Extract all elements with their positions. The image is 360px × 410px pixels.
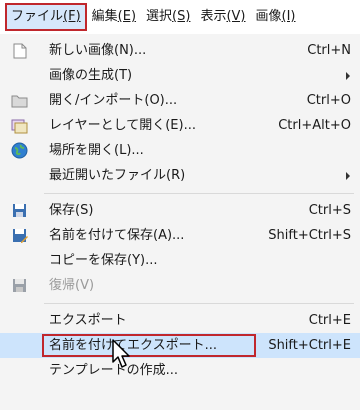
menu-bar: ファイル(F) 編集(E) 選択(S) 表示(V) 画像(I) <box>0 0 360 35</box>
menu-item-create-template[interactable]: テンプレートの作成... <box>0 358 360 383</box>
menu-edit[interactable]: 編集(E) <box>87 4 141 30</box>
save-icon <box>11 202 28 219</box>
save-as-icon <box>11 227 28 244</box>
mouse-pointer-icon <box>112 339 130 368</box>
menu-item-revert: 復帰(V) <box>0 273 360 298</box>
menu-item-shortcut: Shift+Ctrl+S <box>268 228 351 243</box>
menu-view[interactable]: 表示(V) <box>195 4 250 30</box>
menu-item-open-as-layers[interactable]: レイヤーとして開く(E)... Ctrl+Alt+O <box>0 113 360 138</box>
menu-item-label: 場所を開く(L)... <box>49 143 144 158</box>
menu-item-create-image[interactable]: 画像の生成(T) <box>0 63 360 88</box>
new-document-icon <box>11 42 28 59</box>
menu-separator <box>44 303 354 304</box>
menu-item-new-image[interactable]: 新しい画像(N)... Ctrl+N <box>0 38 360 63</box>
menu-item-label: 保存(S) <box>49 203 94 218</box>
menu-separator <box>44 193 354 194</box>
menu-item-shortcut: Ctrl+S <box>308 203 351 218</box>
menu-edit-mnemonic: (E) <box>117 9 137 24</box>
submenu-arrow-icon <box>346 72 350 80</box>
menu-item-label: エクスポート <box>49 313 127 328</box>
menu-item-label: 名前を付けて保存(A)... <box>49 228 185 243</box>
menu-select-label: 選択 <box>146 9 173 24</box>
menu-item-label: 画像の生成(T) <box>49 68 133 83</box>
menu-image-mnemonic: (I) <box>281 9 296 24</box>
file-menu-dropdown: 新しい画像(N)... Ctrl+N 画像の生成(T) 開く/インポート(O).… <box>0 34 360 410</box>
menu-item-label: 復帰(V) <box>49 278 95 293</box>
submenu-arrow-icon <box>346 172 350 180</box>
menu-item-export[interactable]: エクスポート Ctrl+E <box>0 308 360 333</box>
menu-item-shortcut: Ctrl+E <box>308 313 351 328</box>
menu-item-shortcut: Ctrl+N <box>307 43 351 58</box>
menu-view-mnemonic: (V) <box>226 9 246 24</box>
menu-item-shortcut: Ctrl+O <box>306 93 351 108</box>
menu-item-label: コピーを保存(Y)... <box>49 253 158 268</box>
menu-item-label: 新しい画像(N)... <box>49 43 147 58</box>
menu-image-label: 画像 <box>255 9 282 24</box>
globe-icon <box>11 142 28 159</box>
menu-select[interactable]: 選択(S) <box>141 4 195 30</box>
menu-view-label: 表示 <box>200 9 227 24</box>
menu-item-save[interactable]: 保存(S) Ctrl+S <box>0 198 360 223</box>
menu-item-open-import[interactable]: 開く/インポート(O)... Ctrl+O <box>0 88 360 113</box>
menu-file[interactable]: ファイル(F) <box>5 3 87 31</box>
menu-item-save-as[interactable]: 名前を付けて保存(A)... Shift+Ctrl+S <box>0 223 360 248</box>
menu-item-label: レイヤーとして開く(E)... <box>49 118 196 133</box>
menu-file-mnemonic: (F) <box>63 9 81 24</box>
menu-item-recent-files[interactable]: 最近開いたファイル(R) <box>0 163 360 188</box>
menu-item-save-copy[interactable]: コピーを保存(Y)... <box>0 248 360 273</box>
menu-item-label: 開く/インポート(O)... <box>49 93 178 108</box>
folder-open-icon <box>11 92 28 109</box>
menu-item-label: 最近開いたファイル(R) <box>49 168 186 183</box>
menu-item-open-location[interactable]: 場所を開く(L)... <box>0 138 360 163</box>
revert-icon <box>11 277 28 294</box>
menu-select-mnemonic: (S) <box>172 9 191 24</box>
menu-item-shortcut: Shift+Ctrl+E <box>268 338 351 353</box>
menu-image[interactable]: 画像(I) <box>251 4 301 30</box>
menu-file-label: ファイル <box>11 9 64 24</box>
menu-edit-label: 編集 <box>91 9 118 24</box>
open-as-layers-icon <box>11 117 28 134</box>
menu-item-export-as[interactable]: 名前を付けてエクスポート... Shift+Ctrl+E <box>0 333 360 358</box>
menu-item-shortcut: Ctrl+Alt+O <box>278 118 351 133</box>
